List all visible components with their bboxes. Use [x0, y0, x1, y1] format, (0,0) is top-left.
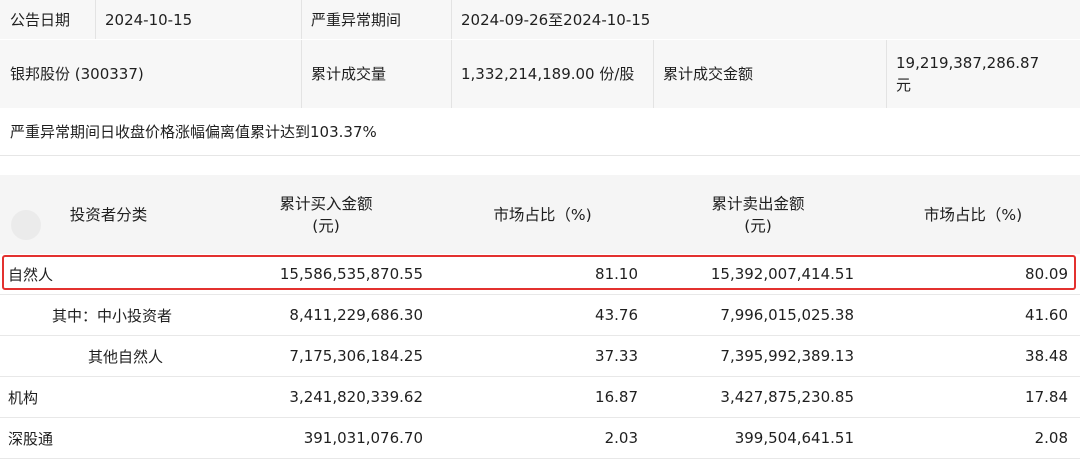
- header-sell-amount: 累计卖出金额 (元): [650, 175, 866, 254]
- divider: [301, 40, 302, 108]
- row-buy-amount: 3,241,820,339.62: [289, 388, 423, 406]
- row-sell-share: 38.48: [1025, 347, 1068, 365]
- row-buy-share: 2.03: [604, 429, 638, 447]
- table-row-institutions: 机构 3,241,820,339.62 16.87 3,427,875,230.…: [0, 377, 1080, 418]
- divider: [886, 40, 887, 108]
- row-sell-amount: 15,392,007,414.51: [710, 265, 854, 283]
- deviation-note: 严重异常期间日收盘价格涨幅偏离值累计达到103.37%: [10, 122, 377, 141]
- stock-name: 银邦股份 (300337): [10, 65, 144, 83]
- divider: [451, 0, 452, 39]
- header-sell-amount-unit: (元): [744, 216, 772, 235]
- table-row-shenzhen-connect: 深股通 391,031,076.70 2.03 399,504,641.51 2…: [0, 418, 1080, 459]
- header-sell-amount-title: 累计卖出金额: [711, 194, 805, 213]
- info-row-volume: 银邦股份 (300337) 累计成交量 1,332,214,189.00 份/股…: [0, 40, 1080, 108]
- row-buy-amount: 391,031,076.70: [303, 429, 423, 447]
- summary-info-table: 公告日期 2024-10-15 严重异常期间 2024-09-26至2024-1…: [0, 0, 1080, 156]
- row-sell-share: 17.84: [1025, 388, 1068, 406]
- period-label: 严重异常期间: [311, 10, 402, 29]
- table-header: 投资者分类 累计买入金额 (元) 市场占比（%) 累计卖出金额 (元) 市场占比…: [0, 175, 1080, 254]
- header-buy-amount: 累计买入金额 (元): [217, 175, 435, 254]
- row-category: 其中：中小投资者: [52, 306, 173, 325]
- row-buy-share: 16.87: [595, 388, 638, 406]
- header-buy-amount-title: 累计买入金额: [279, 194, 373, 213]
- row-sell-amount: 3,427,875,230.85: [720, 388, 854, 406]
- info-row-dates: 公告日期 2024-10-15 严重异常期间 2024-09-26至2024-1…: [0, 0, 1080, 40]
- row-sell-share: 41.60: [1025, 306, 1068, 324]
- header-buy-amount-unit: (元): [312, 216, 340, 235]
- row-buy-share: 43.76: [595, 306, 638, 324]
- row-category: 其他自然人: [88, 347, 164, 366]
- divider: [451, 40, 452, 108]
- row-sell-amount: 399,504,641.51: [734, 429, 854, 447]
- row-buy-share: 37.33: [595, 347, 638, 365]
- amount-value: 19,219,387,286.87 元: [886, 40, 1080, 108]
- announce-date-label: 公告日期: [10, 10, 71, 29]
- divider: [301, 0, 302, 39]
- divider: [653, 40, 654, 108]
- table-row-natural-persons: 自然人 15,586,535,870.55 81.10 15,392,007,4…: [0, 254, 1080, 295]
- row-buy-amount: 15,586,535,870.55: [279, 265, 423, 283]
- row-buy-amount: 8,411,229,686.30: [289, 306, 423, 324]
- row-sell-amount: 7,395,992,389.13: [720, 347, 854, 365]
- investor-classification-table: 投资者分类 累计买入金额 (元) 市场占比（%) 累计卖出金额 (元) 市场占比…: [0, 175, 1080, 459]
- row-buy-amount: 7,175,306,184.25: [289, 347, 423, 365]
- volume-value: 1,332,214,189.00 份/股: [461, 65, 635, 83]
- amount-value-number: 19,219,387,286.87: [896, 54, 1040, 72]
- row-sell-share: 2.08: [1034, 429, 1068, 447]
- info-row-deviation: 严重异常期间日收盘价格涨幅偏离值累计达到103.37%: [0, 108, 1080, 156]
- table-row-other-natural-persons: 其他自然人 7,175,306,184.25 37.33 7,395,992,3…: [0, 336, 1080, 377]
- announce-date-value: 2024-10-15: [105, 10, 193, 29]
- amount-value-unit: 元: [896, 76, 912, 94]
- header-buy-share: 市场占比（%): [493, 205, 592, 224]
- amount-label: 累计成交金额: [663, 65, 754, 83]
- row-sell-share: 80.09: [1025, 265, 1068, 283]
- table-row-small-investors: 其中：中小投资者 8,411,229,686.30 43.76 7,996,01…: [0, 295, 1080, 336]
- divider: [95, 0, 96, 39]
- volume-label: 累计成交量: [311, 65, 387, 83]
- row-buy-share: 81.10: [595, 265, 638, 283]
- row-category: 机构: [8, 388, 39, 407]
- period-value: 2024-09-26至2024-10-15: [461, 10, 651, 29]
- header-sell-share: 市场占比（%): [923, 205, 1023, 224]
- decorative-circle: [11, 210, 41, 240]
- row-category: 深股通: [8, 429, 54, 448]
- row-sell-amount: 7,996,015,025.38: [720, 306, 854, 324]
- row-category: 自然人: [8, 265, 54, 284]
